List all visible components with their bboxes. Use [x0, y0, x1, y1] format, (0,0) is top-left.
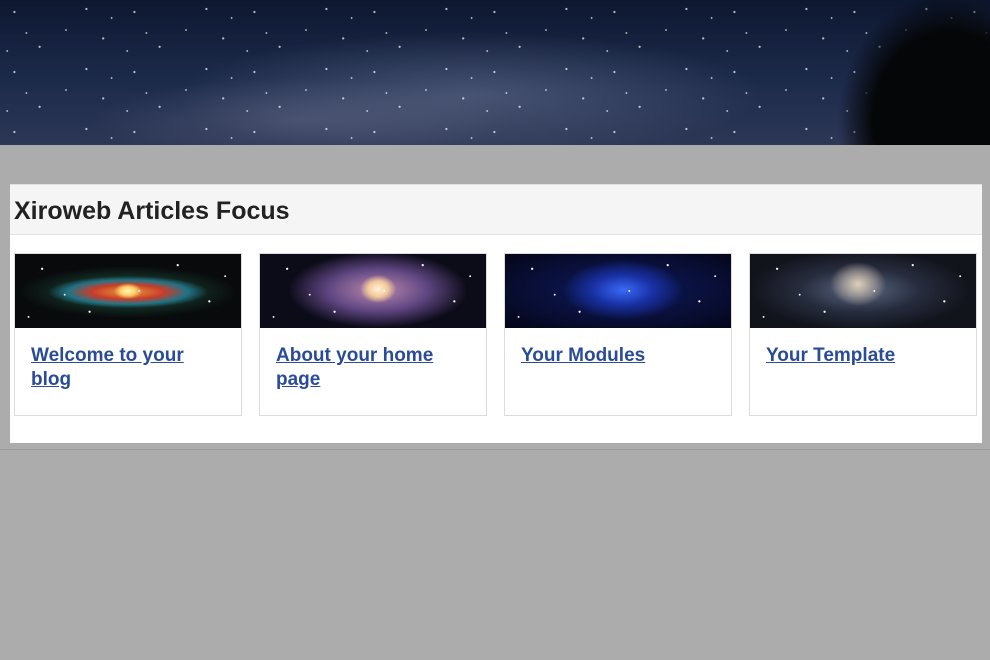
article-cards: Welcome to your blog About your home pag… — [14, 253, 978, 416]
hero-banner-image — [0, 0, 990, 145]
module-header: Xiroweb Articles Focus — [10, 184, 982, 235]
thumbnail-stars — [260, 254, 486, 328]
article-card: Your Template — [749, 253, 977, 416]
articles-focus-module: Xiroweb Articles Focus Welcome to your b… — [10, 184, 982, 443]
article-title-link[interactable]: Your Modules — [521, 344, 717, 368]
thumbnail-stars — [15, 254, 241, 328]
article-card: Welcome to your blog — [14, 253, 242, 416]
thumbnail-stars — [750, 254, 976, 328]
tree-silhouette — [750, 0, 990, 145]
thumbnail-stars — [505, 254, 731, 328]
article-title-link[interactable]: Your Template — [766, 344, 962, 368]
section-divider — [0, 449, 990, 450]
article-thumbnail-spiral-galaxy-m81[interactable] — [260, 254, 486, 328]
article-card: About your home page — [259, 253, 487, 416]
article-title-link[interactable]: About your home page — [276, 344, 472, 392]
article-thumbnail-blue-galaxy-cluster[interactable] — [505, 254, 731, 328]
module-title: Xiroweb Articles Focus — [14, 197, 290, 225]
article-thumbnail-andromeda-galaxy[interactable] — [15, 254, 241, 328]
article-title-link[interactable]: Welcome to your blog — [31, 344, 227, 392]
article-card: Your Modules — [504, 253, 732, 416]
article-thumbnail-spiral-galaxy[interactable] — [750, 254, 976, 328]
